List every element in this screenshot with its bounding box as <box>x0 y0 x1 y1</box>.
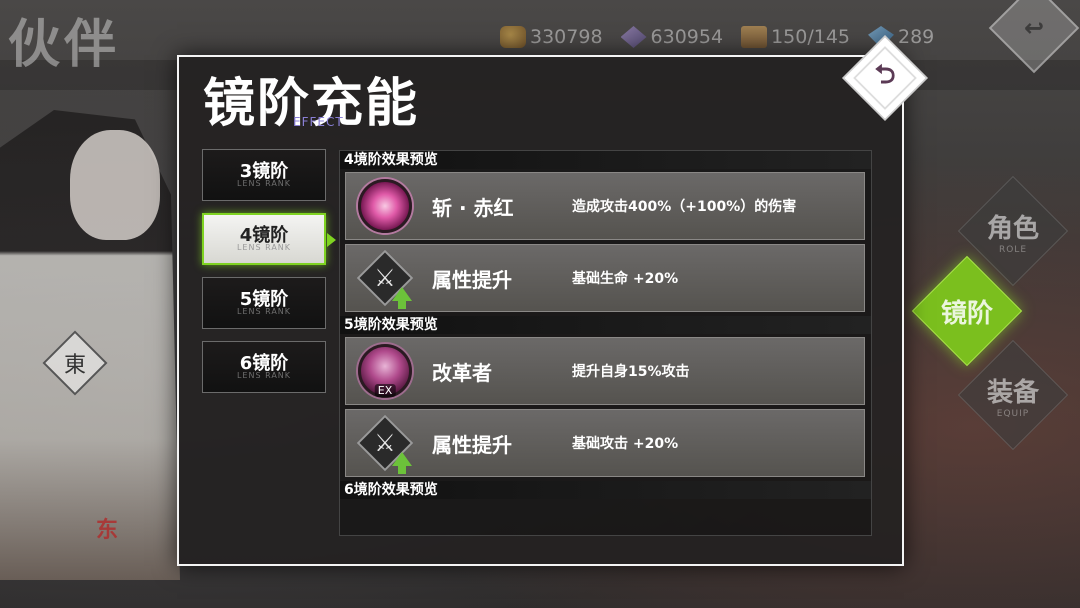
nav-equip-label: 装备 <box>986 377 1039 408</box>
panel-back-button[interactable]: ⮌ <box>842 35 928 121</box>
resource-gold: 330798 <box>500 26 603 48</box>
effect-name: 斩 · 赤红 <box>432 195 514 220</box>
crest-glyph: 東 <box>63 352 87 378</box>
screen-title: 伙伴 <box>8 15 121 75</box>
chest-value: 150/145 <box>771 26 850 48</box>
ex-badge: EX <box>374 384 396 397</box>
effect-desc: 提升自身15%攻击 <box>572 364 690 380</box>
back-arrow-icon: ⮌ <box>874 60 896 90</box>
list-item: ⚔ 属性提升 基础生命 +20% <box>345 244 865 312</box>
effect-desc: 基础生命 +20% <box>572 271 679 287</box>
effect-desc: 造成攻击400%（+100%）的伤害 <box>572 199 797 215</box>
crystal-value: 630954 <box>650 26 724 48</box>
crystal-icon <box>620 26 647 48</box>
lens-rank-panel: 镜阶充能 EFFECT ⮌ 3镜阶 LENS RANK 4镜阶 LENS RAN… <box>177 35 928 566</box>
nav-equip-sub: EQUIP <box>996 408 1030 419</box>
attribute-up-icon: ⚔ <box>356 414 414 474</box>
list-item: 斩 · 赤红 造成攻击400%（+100%）的伤害 <box>345 172 865 240</box>
back-arrow-icon: ↩ <box>1023 13 1045 42</box>
attribute-up-icon: ⚔ <box>356 249 414 309</box>
tab-sub: LENS RANK <box>236 243 292 252</box>
skill-slash-icon <box>358 179 412 233</box>
nav-role-sub: ROLE <box>998 244 1028 255</box>
effect-desc: 基础攻击 +20% <box>572 436 679 452</box>
game-logo: 东 <box>96 518 119 543</box>
effect-name: 属性提升 <box>432 267 512 292</box>
skill-ex-icon: EX <box>358 344 412 398</box>
effect-name: 改革者 <box>432 360 492 385</box>
resource-crystal: 630954 <box>620 26 724 48</box>
tab-sub: LENS RANK <box>236 307 292 316</box>
resource-chest: 150/145 <box>741 26 850 48</box>
side-nav: 角色 ROLE 镜阶 装备 EQUIP <box>911 175 1080 460</box>
list-item: ⚔ 属性提升 基础攻击 +20% <box>345 409 865 477</box>
chest-icon <box>741 26 768 48</box>
tab-rank-4[interactable]: 4镜阶 LENS RANK <box>202 213 336 265</box>
tab-rank-6[interactable]: 6镜阶 LENS RANK <box>202 341 326 393</box>
nav-rank-label: 镜阶 <box>940 298 993 329</box>
character-face <box>70 130 160 240</box>
gold-coin-icon <box>500 26 526 48</box>
tab-rank-3[interactable]: 3镜阶 LENS RANK <box>202 149 326 201</box>
tab-sub: LENS RANK <box>236 371 292 380</box>
list-item: EX 改革者 提升自身15%攻击 <box>345 337 865 405</box>
effect-preview-list[interactable]: 4境阶效果预览 斩 · 赤红 造成攻击400%（+100%）的伤害 ⚔ 属性提升… <box>339 150 872 536</box>
gold-value: 330798 <box>530 26 603 48</box>
tab-rank-5[interactable]: 5镜阶 LENS RANK <box>202 277 326 329</box>
tab-sub: LENS RANK <box>236 179 292 188</box>
section-header: 6境阶效果预览 <box>340 481 871 499</box>
nav-role-label: 角色 <box>986 213 1039 244</box>
effect-name: 属性提升 <box>432 432 512 457</box>
nav-equip[interactable]: 装备 EQUIP <box>957 339 1069 451</box>
rank-tabs: 3镜阶 LENS RANK 4镜阶 LENS RANK 5镜阶 LENS RAN… <box>202 149 336 405</box>
section-header: 4境阶效果预览 <box>340 151 871 169</box>
section-header: 5境阶效果预览 <box>340 316 871 334</box>
panel-subtitle: EFFECT <box>293 115 344 129</box>
